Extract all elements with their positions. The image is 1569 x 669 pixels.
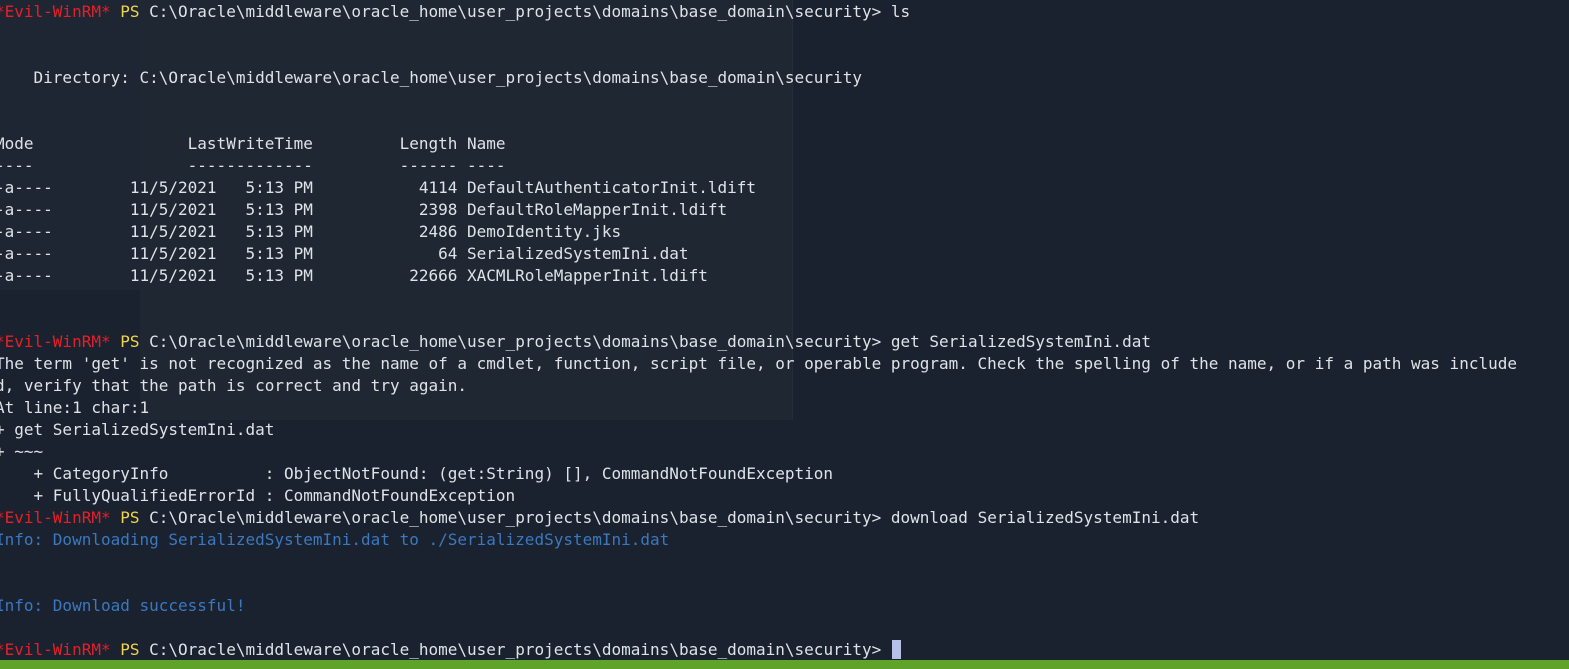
error-line: At line:1 char:1 [0,398,150,417]
prompt-line-get: *Evil-WinRM* PS C:\Oracle\middleware\ora… [0,331,1151,353]
listing-row: -a---- 11/5/2021 5:13 PM 4114 DefaultAut… [0,178,756,197]
command-text: ls [890,2,911,21]
text-cursor [891,640,901,659]
prompt-path: C:\Oracle\middleware\oracle_home\user_pr… [149,332,882,351]
listing-row: -a---- 11/5/2021 5:13 PM 22666 XACMLRole… [0,266,708,285]
prompt-name: *Evil-WinRM* [0,640,111,659]
listing-row: -a---- 11/5/2021 5:13 PM 64 SerializedSy… [0,244,689,263]
terminal-window[interactable]: *Evil-WinRM* PS C:\Oracle\middleware\ora… [0,0,1569,660]
error-line: + get SerializedSystemIni.dat [0,420,275,439]
error-line: + CategoryInfo : ObjectNotFound: (get:St… [0,464,834,483]
prompt-path: C:\Oracle\middleware\oracle_home\user_pr… [149,508,882,527]
prompt-path: C:\Oracle\middleware\oracle_home\user_pr… [149,640,882,659]
prompt-ps: PS [120,640,140,659]
error-line: d, verify that the path is correct and t… [0,376,468,395]
listing-row: -a---- 11/5/2021 5:13 PM 2486 DemoIdenti… [0,222,622,241]
command-text: download SerializedSystemIni.dat [890,508,1200,527]
listing-underline: ---- ------------- ------ ---- [0,156,506,175]
prompt-ps: PS [120,2,140,21]
error-line: + ~~~ [0,442,44,461]
prompt-name: *Evil-WinRM* [0,2,111,21]
info-line: Info: Downloading SerializedSystemIni.da… [0,530,670,549]
command-text: get SerializedSystemIni.dat [890,332,1151,351]
listing-header: Mode LastWriteTime Length Name [0,134,506,153]
directory-line: Directory: C:\Oracle\middleware\oracle_h… [0,68,862,87]
prompt-ps: PS [120,508,140,527]
info-line: Info: Download successful! [0,596,246,615]
prompt-line-ls: *Evil-WinRM* PS C:\Oracle\middleware\ora… [0,1,910,23]
error-line: + FullyQualifiedErrorId : CommandNotFoun… [0,486,516,505]
error-line: The term 'get' is not recognized as the … [0,354,1517,373]
prompt-ps: PS [120,332,140,351]
prompt-path: C:\Oracle\middleware\oracle_home\user_pr… [149,2,882,21]
prompt-line-download: *Evil-WinRM* PS C:\Oracle\middleware\ora… [0,507,1199,529]
prompt-name: *Evil-WinRM* [0,508,111,527]
listing-row: -a---- 11/5/2021 5:13 PM 2398 DefaultRol… [0,200,728,219]
prompt-name: *Evil-WinRM* [0,332,111,351]
tmux-status-bar [0,660,1569,669]
prompt-line-active[interactable]: *Evil-WinRM* PS C:\Oracle\middleware\ora… [0,639,901,660]
